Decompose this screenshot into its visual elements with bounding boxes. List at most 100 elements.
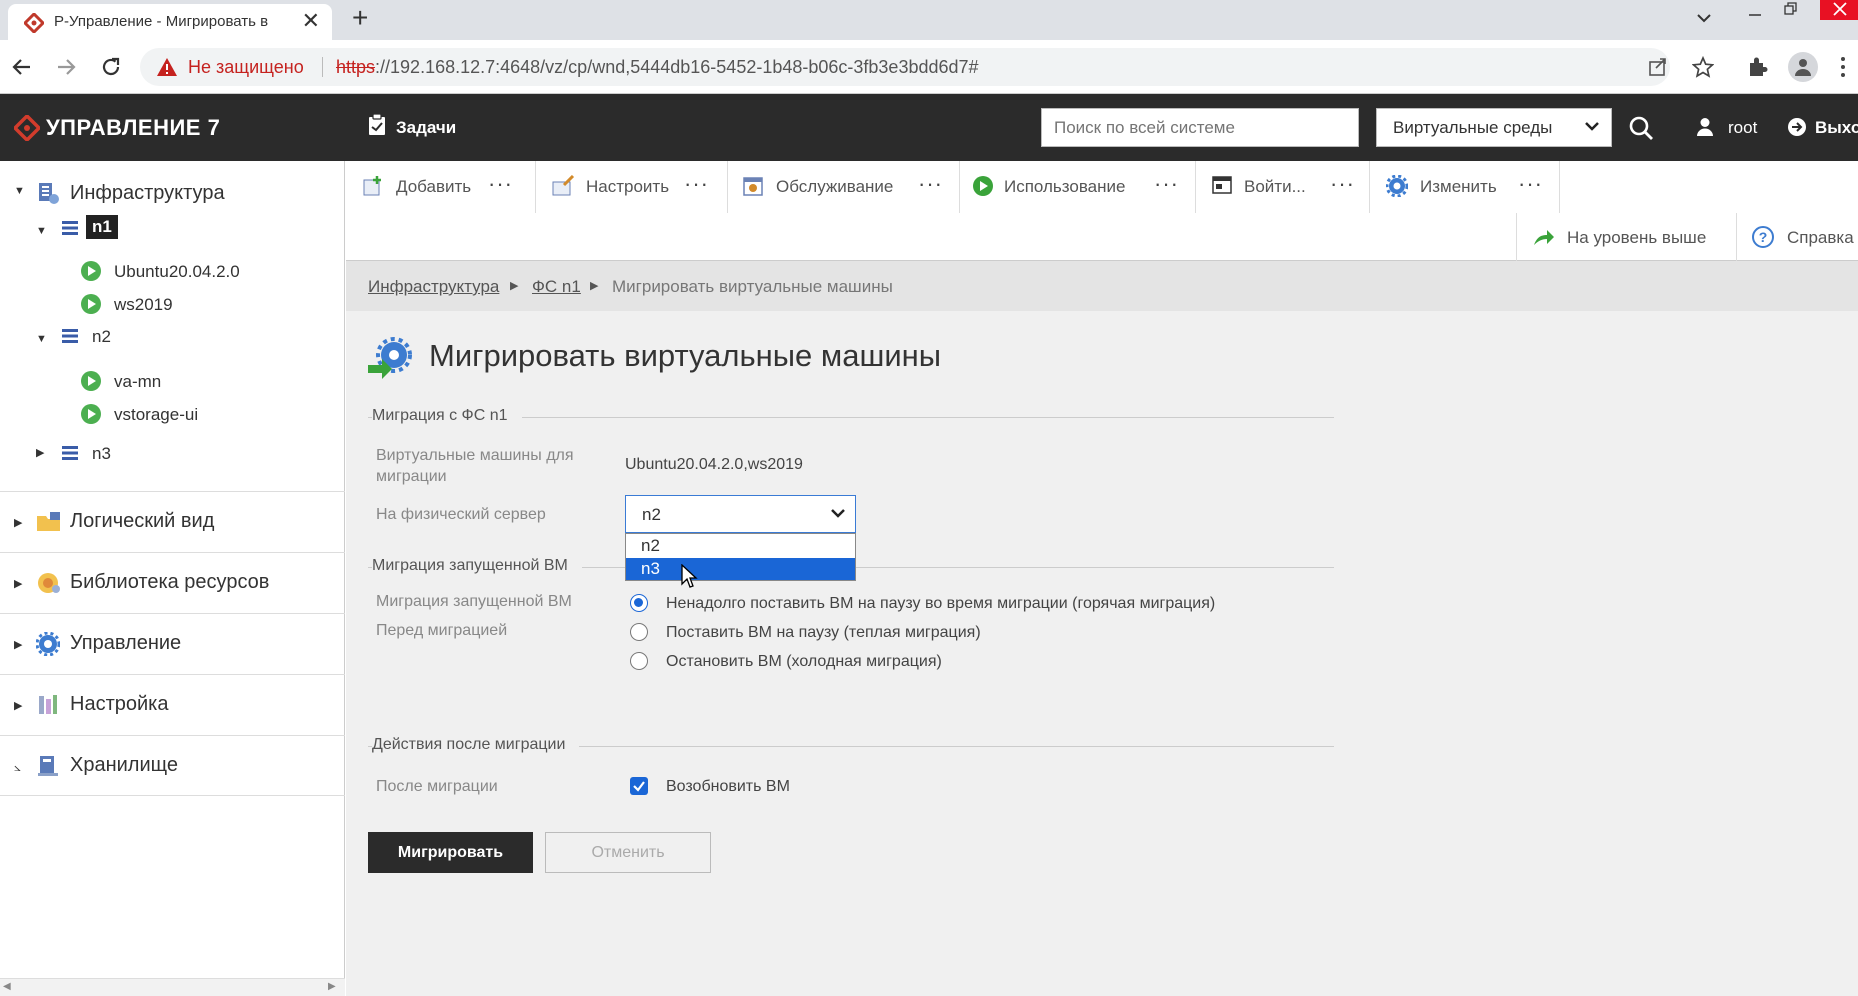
toolbar-configure-button[interactable]: Настроить ··· xyxy=(536,161,728,213)
app-header: УПРАВЛЕНИЕ 7 Задачи Виртуальные среды ro… xyxy=(0,94,1858,161)
node-label: n1 xyxy=(92,217,112,236)
forward-arrow-icon[interactable] xyxy=(56,57,76,77)
sidebar-section-label: Логический вид xyxy=(70,510,215,532)
chevron-down-icon xyxy=(1585,122,1599,131)
toolbar-usage-button[interactable]: Использование ··· xyxy=(960,161,1196,213)
tasks-link[interactable]: Задачи xyxy=(396,118,456,138)
logout-icon[interactable] xyxy=(1787,117,1807,137)
more-options-icon[interactable]: ··· xyxy=(684,171,709,197)
toolbar-change-button[interactable]: Изменить ··· xyxy=(1370,161,1560,213)
sidebar-section-settings[interactable]: ▶ Настройка xyxy=(0,674,345,735)
scroll-right-icon[interactable]: ▶ xyxy=(328,981,336,992)
server-field-label: На физический сервер xyxy=(376,506,546,523)
warm-migration-label[interactable]: Поставить ВМ на паузу (теплая миграция) xyxy=(666,624,981,642)
browser-address-bar: Не защищено https://192.168.12.7:4648/vz… xyxy=(0,40,1858,94)
user-name[interactable]: root xyxy=(1728,118,1757,138)
help-button[interactable]: ? Справка xyxy=(1736,213,1858,261)
checkmark-icon xyxy=(633,781,645,792)
environment-select[interactable]: Виртуальные среды xyxy=(1376,108,1612,147)
navigation-sidebar: ▼ Инфраструктура ▼ n1 Ubuntu20.04.2.0 ws… xyxy=(0,161,345,996)
breadcrumb-link-infrastructure[interactable]: Инфраструктура xyxy=(368,277,499,297)
warning-icon[interactable] xyxy=(156,57,178,77)
extensions-puzzle-icon[interactable] xyxy=(1746,56,1768,78)
breadcrumb-link-node[interactable]: ФС n1 xyxy=(532,277,581,297)
tree-item-vm[interactable]: Ubuntu20.04.2.0 xyxy=(114,262,240,282)
sidebar-section-resource-library[interactable]: ▶ Библиотека ресурсов xyxy=(0,552,345,613)
collapse-triangle-icon[interactable]: ▼ xyxy=(36,225,47,237)
collapse-triangle-icon[interactable]: ▼ xyxy=(36,333,47,345)
scroll-left-icon[interactable]: ◀ xyxy=(3,981,11,992)
tree-item-vm[interactable]: ws2019 xyxy=(114,295,173,315)
profile-avatar[interactable] xyxy=(1788,52,1818,82)
cold-migration-label[interactable]: Остановить ВМ (холодная миграция) xyxy=(666,653,942,671)
more-options-icon[interactable]: ··· xyxy=(918,171,943,197)
not-secure-label[interactable]: Не защищено xyxy=(188,57,304,78)
dropdown-option[interactable]: n2 xyxy=(626,535,855,557)
collapse-triangle-icon[interactable]: ▼ xyxy=(14,185,25,197)
hot-migration-radio[interactable] xyxy=(630,594,648,612)
sidebar-section-storage[interactable]: ⦣ Хранилище xyxy=(0,735,345,796)
more-options-icon[interactable]: ··· xyxy=(1330,171,1355,197)
cold-migration-radio[interactable] xyxy=(630,652,648,670)
sidebar-section-label: Настройка xyxy=(70,693,169,715)
tree-item-infrastructure[interactable]: Инфраструктура xyxy=(70,182,225,205)
person-icon xyxy=(1795,59,1811,76)
toolbar-add-button[interactable]: Добавить ··· xyxy=(346,161,536,213)
browser-tab[interactable]: Р-Управление - Мигрировать в ✕ xyxy=(8,4,332,40)
tab-search-chevron-icon[interactable] xyxy=(1696,10,1712,26)
url-text[interactable]: https://192.168.12.7:4648/vz/cp/wnd,5444… xyxy=(336,57,979,78)
sidebar-horizontal-scrollbar[interactable]: ◀ ▶ xyxy=(0,978,345,996)
global-search-input[interactable] xyxy=(1042,109,1358,146)
sidebar-section-management[interactable]: ▶ Управление xyxy=(0,613,345,674)
bookmark-star-icon[interactable] xyxy=(1692,56,1714,78)
warm-migration-radio[interactable] xyxy=(630,623,648,641)
tab-close-icon[interactable]: ✕ xyxy=(302,8,320,34)
reload-icon[interactable] xyxy=(100,56,122,78)
more-options-icon[interactable]: ··· xyxy=(1154,171,1179,197)
resume-vm-label[interactable]: Возобновить ВМ xyxy=(666,778,790,796)
logout-link[interactable]: Выход xyxy=(1815,118,1858,138)
section-source-legend: Миграция с ФС n1 xyxy=(372,407,522,425)
resource-library-icon xyxy=(38,573,60,593)
tree-item-vm[interactable]: vstorage-ui xyxy=(114,405,198,425)
sidebar-section-logical-view[interactable]: ▶ Логический вид xyxy=(0,491,345,552)
cancel-button[interactable]: Отменить xyxy=(545,832,711,873)
app-logo-icon[interactable] xyxy=(14,115,40,141)
browser-menu-icon[interactable] xyxy=(1840,56,1846,78)
migrate-button[interactable]: Мигрировать xyxy=(368,832,533,873)
configure-icon xyxy=(552,175,575,196)
resume-vm-checkbox[interactable] xyxy=(630,777,648,795)
toolbar-login-button[interactable]: Войти... ··· xyxy=(1196,161,1370,213)
tree-item-n2[interactable]: n2 xyxy=(92,327,111,347)
share-icon[interactable] xyxy=(1648,57,1668,77)
restore-icon[interactable] xyxy=(1784,2,1798,16)
tree-item-n1[interactable]: n1 xyxy=(86,215,118,239)
toolbar-maintenance-button[interactable]: Обслуживание ··· xyxy=(728,161,960,213)
more-options-icon[interactable]: ··· xyxy=(1518,171,1543,197)
close-window-button[interactable] xyxy=(1820,0,1858,20)
tree-item-vm[interactable]: va-mn xyxy=(114,372,161,392)
new-tab-icon[interactable]: + xyxy=(352,2,368,34)
more-options-icon[interactable]: ··· xyxy=(488,171,513,197)
expand-triangle-icon[interactable]: ▶ xyxy=(36,446,44,459)
app-title[interactable]: УПРАВЛЕНИЕ 7 xyxy=(46,115,220,141)
vms-field-label: Виртуальные машины для миграции xyxy=(376,447,574,485)
page-title: Мигрировать виртуальные машины xyxy=(429,338,942,373)
user-icon[interactable] xyxy=(1696,117,1714,137)
tab-title: Р-Управление - Мигрировать в xyxy=(54,13,269,30)
search-icon[interactable] xyxy=(1628,115,1654,141)
hot-migration-label[interactable]: Ненадолго поставить ВМ на паузу во время… xyxy=(666,595,1215,613)
up-level-button[interactable]: На уровень выше xyxy=(1516,213,1736,261)
target-server-select[interactable]: n2 xyxy=(625,495,856,533)
logical-view-folder-icon xyxy=(37,512,60,531)
storage-icon xyxy=(38,756,58,776)
back-arrow-icon[interactable] xyxy=(12,57,32,77)
dropdown-option-highlighted[interactable]: n3 xyxy=(626,558,855,580)
sidebar-section-label: Библиотека ресурсов xyxy=(70,571,270,593)
url-omnibox[interactable]: Не защищено https://192.168.12.7:4648/vz… xyxy=(140,48,1670,86)
tasks-clipboard-icon[interactable] xyxy=(368,114,386,136)
tree-item-n3[interactable]: n3 xyxy=(92,444,111,464)
global-search-box[interactable] xyxy=(1041,108,1359,147)
minimize-icon[interactable] xyxy=(1748,8,1762,22)
server-icon xyxy=(62,329,78,343)
